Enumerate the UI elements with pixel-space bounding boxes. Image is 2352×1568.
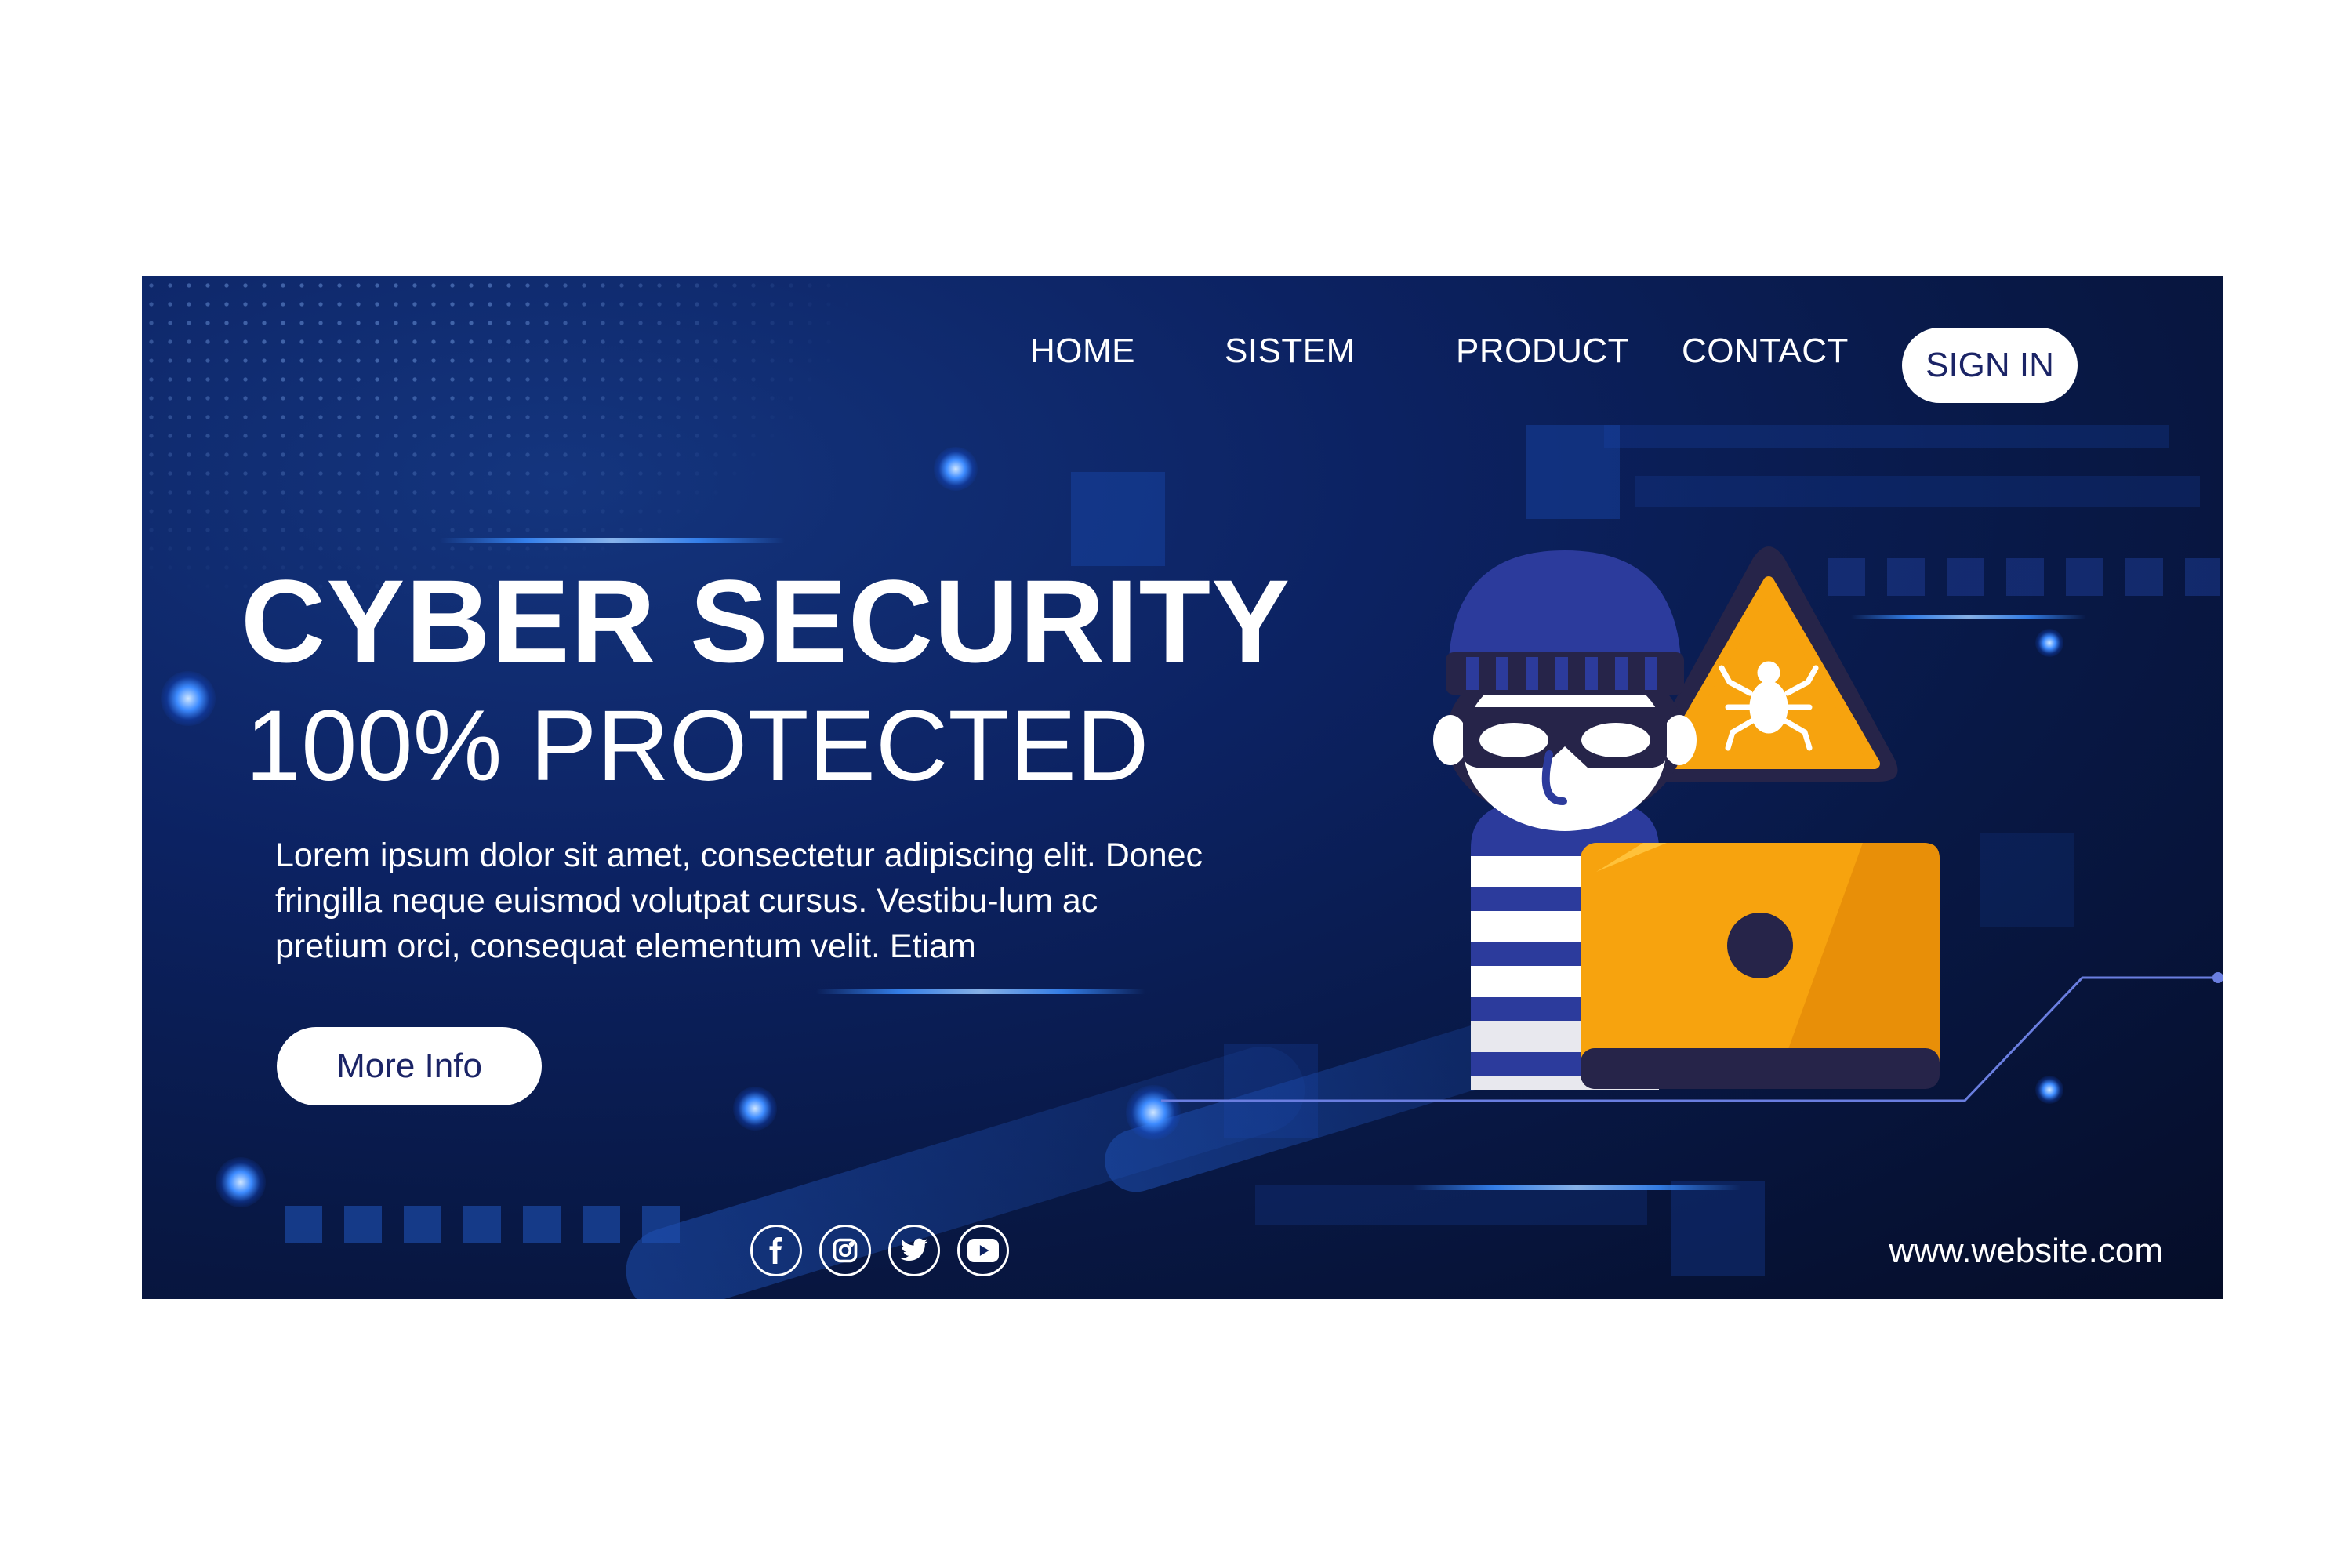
- hacker-illustration: [1433, 546, 1940, 1090]
- website-url[interactable]: www.website.com: [1889, 1229, 2163, 1273]
- nav-product[interactable]: PRODUCT: [1456, 329, 1629, 373]
- hero-description: Lorem ipsum dolor sit amet, consectetur …: [275, 837, 1203, 965]
- youtube-icon[interactable]: [957, 1225, 1009, 1276]
- hero-banner: HOME SISTEM PRODUCT CONTACT SIGN IN CYBE…: [142, 276, 2223, 1299]
- instagram-icon[interactable]: [819, 1225, 871, 1276]
- nav-contact[interactable]: CONTACT: [1682, 329, 1849, 373]
- laptop-icon: [1581, 843, 1940, 1089]
- nav-home[interactable]: HOME: [1030, 329, 1135, 373]
- sign-in-button[interactable]: SIGN IN: [1902, 328, 2078, 403]
- hero-title: CYBER SECURITY: [241, 555, 1291, 687]
- hero-subtitle: 100% PROTECTED: [245, 690, 1149, 802]
- twitter-icon[interactable]: [888, 1225, 940, 1276]
- more-info-button[interactable]: More Info: [277, 1027, 542, 1105]
- facebook-icon[interactable]: [750, 1225, 802, 1276]
- nav-sistem[interactable]: SISTEM: [1225, 329, 1356, 373]
